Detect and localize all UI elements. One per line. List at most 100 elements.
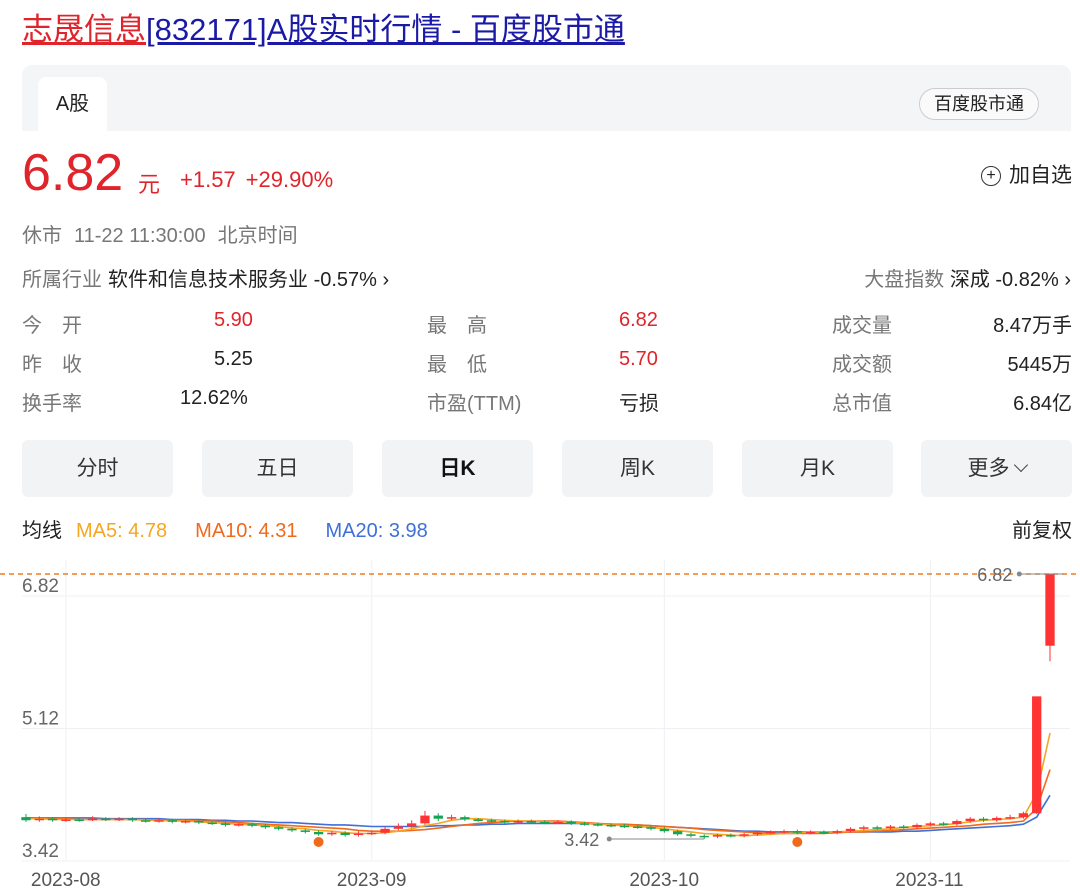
industry-label: 所属行业: [22, 269, 102, 291]
stat-label: 最 低: [427, 354, 487, 376]
candle: [127, 818, 138, 821]
y-tick-label: 5.12: [22, 708, 59, 729]
candle: [952, 821, 962, 825]
stat-label: 换手率: [22, 393, 82, 415]
candle: [925, 823, 935, 825]
candle: [340, 832, 350, 836]
candle: [965, 818, 975, 822]
kline-chart[interactable]: 6.82 5.12 3.42 6.82 3.42 2023-08 2023-09 2023-1…: [0, 560, 1080, 893]
tab-more[interactable]: 更多: [921, 440, 1072, 497]
candle: [792, 831, 802, 833]
price-unit: 元: [138, 172, 161, 197]
candle: [992, 817, 1002, 821]
market-status: 休市 11-22 11:30:00 北京时间: [22, 219, 298, 248]
stat-value: 12.62%: [180, 387, 248, 409]
event-marker: [792, 837, 803, 847]
add-watchlist-button[interactable]: + 加自选: [981, 159, 1072, 189]
candle: [460, 817, 470, 820]
price-change: +1.57 +29.90%: [180, 167, 333, 193]
candle: [553, 821, 563, 824]
candle: [779, 831, 789, 833]
candle: [34, 818, 44, 821]
candle: [845, 828, 856, 832]
candle: [712, 835, 723, 837]
ma-label: 均线: [22, 520, 62, 542]
stat-label: 市盈(TTM): [427, 393, 522, 415]
candle: [87, 818, 98, 821]
ma-legend: 均线 MA5: 4.78 MA10: 4.31 MA20: 3.98 前复权: [22, 514, 1072, 543]
candle: [912, 824, 922, 828]
candle: [672, 831, 683, 835]
candle: [899, 826, 909, 828]
min-pointer-dot: [606, 836, 612, 842]
change-percent: +29.90%: [245, 167, 334, 192]
market-tab-bar: A股 百度股市通: [22, 65, 1071, 131]
candle: [739, 834, 749, 836]
stat-label: 最 高: [427, 315, 487, 337]
candle: [566, 821, 576, 824]
candle: [938, 823, 949, 825]
candle: [1045, 574, 1055, 646]
candle: [539, 821, 550, 824]
tab-a-share[interactable]: A股: [38, 77, 107, 131]
page-title[interactable]: 志晟信息[832171]A股实时行情 - 百度股市通: [22, 10, 625, 50]
brand-badge[interactable]: 百度股市通: [919, 88, 1039, 120]
stat-value: 6.84亿: [1013, 393, 1072, 415]
stat-value: 5.25: [214, 348, 253, 370]
min-price-label: 3.42: [564, 830, 599, 850]
index-name: 深成: [949, 269, 990, 291]
candle: [646, 827, 656, 829]
candle: [433, 815, 443, 819]
plus-circle-icon: +: [981, 166, 1001, 186]
candle: [101, 818, 111, 821]
industry-name: 软件和信息技术服务业: [108, 269, 308, 291]
quote-timezone: 北京时间: [217, 225, 298, 247]
stat-label: 今 开: [22, 315, 82, 337]
tab-five-day[interactable]: 五日: [202, 440, 353, 497]
index-link[interactable]: 大盘指数 深成 -0.82% ›: [864, 263, 1071, 292]
change-amount: +1.57: [180, 167, 236, 192]
candle: [353, 833, 364, 836]
stat-label: 成交量: [832, 315, 892, 337]
candle: [407, 823, 417, 827]
stock-name-link[interactable]: 志晟信息: [22, 12, 146, 47]
price-adjust-toggle[interactable]: 前复权: [1012, 514, 1072, 543]
tab-weekly-k[interactable]: 周K: [562, 440, 713, 497]
x-tick-label: 2023-09: [337, 870, 407, 891]
industry-link[interactable]: 所属行业 软件和信息技术服务业 -0.57% ›: [22, 263, 389, 292]
current-price: 6.82: [22, 144, 124, 202]
tab-monthly-k[interactable]: 月K: [742, 440, 893, 497]
stat-value: 亏损: [619, 393, 659, 415]
candle: [74, 819, 84, 821]
stat-value: 5445万: [1007, 354, 1073, 376]
candle: [766, 831, 776, 834]
page-title-link[interactable]: [832171]A股实时行情 - 百度股市通: [146, 12, 625, 47]
y-tick-label: 3.42: [22, 841, 59, 862]
candle: [859, 827, 869, 829]
candle: [247, 824, 257, 826]
candle: [872, 827, 882, 829]
market-status-text: 休市: [22, 225, 62, 247]
ma20-value: MA20: 3.98: [325, 520, 428, 542]
index-change: -0.82%: [995, 269, 1059, 291]
candle: [313, 831, 324, 835]
tab-daily-k[interactable]: 日K: [382, 440, 533, 497]
candle: [420, 815, 430, 824]
candle: [885, 826, 896, 829]
candle: [274, 827, 284, 829]
candle: [500, 821, 510, 823]
candle: [114, 818, 124, 821]
tab-intraday[interactable]: 分时: [22, 440, 173, 497]
candle: [699, 835, 709, 838]
stat-label: 昨 收: [22, 354, 82, 376]
candle: [752, 832, 763, 835]
candle: [207, 822, 217, 825]
candle: [619, 825, 630, 828]
industry-change: -0.57%: [313, 269, 377, 291]
candle: [1032, 696, 1042, 814]
candle: [486, 820, 497, 822]
stat-value: 5.90: [214, 309, 253, 331]
candle: [659, 828, 669, 832]
candle: [579, 823, 590, 825]
candle: [260, 825, 271, 828]
